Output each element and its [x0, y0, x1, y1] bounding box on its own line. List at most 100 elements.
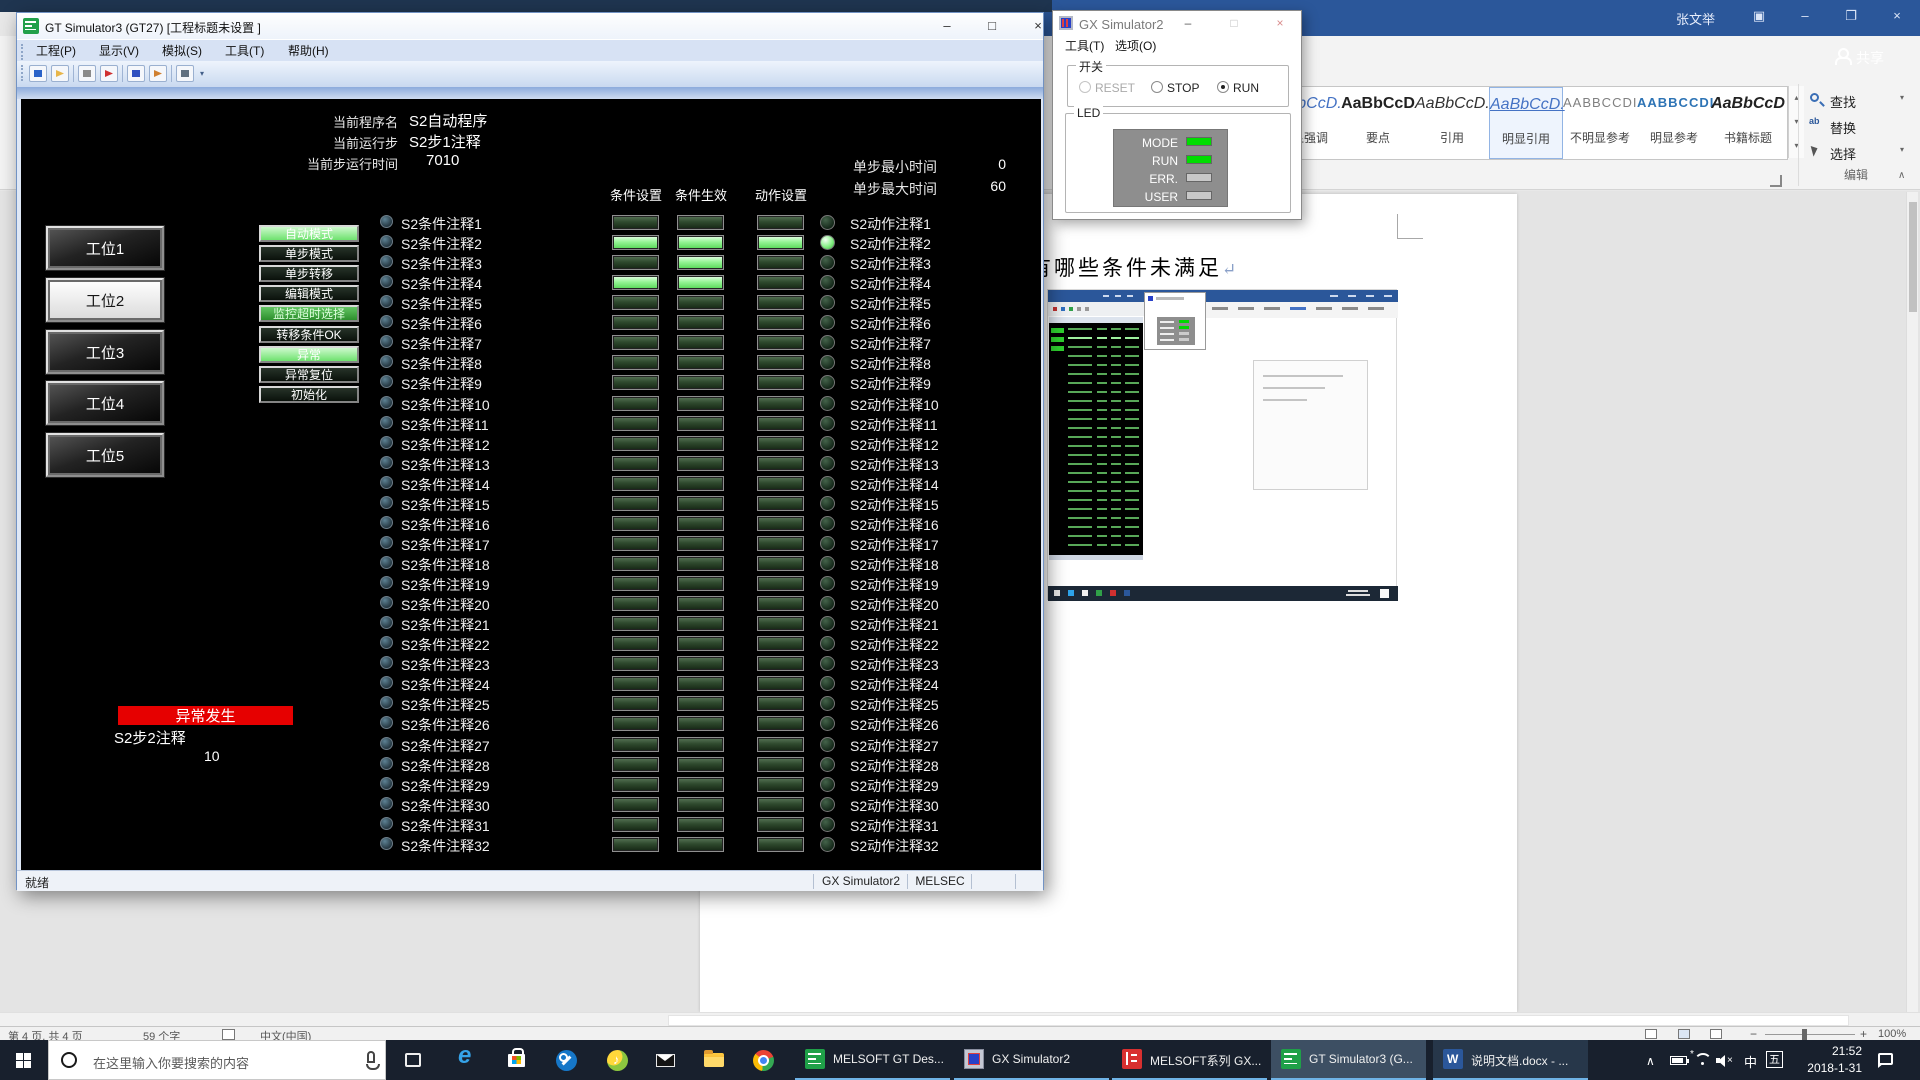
toolbar-overflow-icon[interactable]: ▾: [200, 69, 204, 78]
stop-icon[interactable]: [100, 65, 118, 82]
styles-dialog-launcher-icon[interactable]: [1770, 175, 1782, 187]
file-explorer-icon[interactable]: [704, 1053, 724, 1067]
indicator-bar: [677, 295, 724, 310]
horizontal-scrollbar[interactable]: [0, 1012, 1920, 1026]
task-view-icon[interactable]: [405, 1053, 421, 1067]
store-icon[interactable]: [508, 1054, 525, 1067]
gallery-scroll-down-icon[interactable]: ▾: [1788, 110, 1804, 134]
wifi-icon[interactable]: [1694, 1053, 1710, 1067]
gx-menu-options[interactable]: 选项(O): [1115, 37, 1156, 53]
action-center-icon[interactable]: [1878, 1053, 1893, 1065]
mail-icon[interactable]: [656, 1054, 675, 1067]
gt-menu-item-3[interactable]: 工具(T): [218, 43, 271, 60]
condition-comment: S2条件注释24: [401, 675, 490, 695]
scrollbar-thumb[interactable]: [668, 1015, 1849, 1026]
gx-maximize-button[interactable]: □: [1223, 14, 1245, 32]
zoom-slider[interactable]: [1765, 1034, 1855, 1035]
indicator-bar: [757, 396, 804, 411]
media-circle-icon[interactable]: [607, 1050, 628, 1071]
gt-menu-item-1[interactable]: 显示(V): [92, 43, 146, 60]
find-button[interactable]: 查找 ▾: [1806, 88, 1918, 112]
embedded-screenshot-image[interactable]: [1047, 289, 1397, 600]
gt-minimize-button[interactable]: –: [932, 16, 962, 36]
action-led-icon: [820, 636, 835, 651]
zoom-in-button[interactable]: +: [1860, 1027, 1867, 1041]
zoom-out-button[interactable]: −: [1750, 1027, 1757, 1041]
ime-type-indicator[interactable]: 五: [1766, 1051, 1783, 1068]
scrollbar-thumb[interactable]: [1909, 202, 1917, 312]
action-comment: S2动作注释20: [850, 595, 939, 615]
gx-title-bar[interactable]: GX Simulator2 – □ ×: [1053, 11, 1301, 35]
radio-run[interactable]: [1217, 81, 1229, 93]
battery-icon[interactable]: [1670, 1056, 1687, 1065]
open-icon[interactable]: [29, 65, 47, 82]
gx-minimize-button[interactable]: –: [1177, 14, 1199, 32]
document-text[interactable]: 有哪些条件未满足↵: [1030, 252, 1236, 282]
radio-stop[interactable]: [1151, 81, 1163, 93]
hmi-screen: 当前程序名S2自动程序当前运行步S2步1注释当前步运行时间7010单步最小时间0…: [21, 99, 1041, 870]
style-item-6[interactable]: AaBbCcD书籍标题: [1711, 87, 1785, 159]
taskbar-search-box[interactable]: 在这里输入你要搜索的内容: [48, 1040, 386, 1080]
gx-menu-tools[interactable]: 工具(T): [1065, 37, 1104, 53]
condition-comment: S2条件注释7: [401, 334, 482, 354]
tray-chevron-icon[interactable]: ∧: [1646, 1054, 1655, 1068]
zoom-level[interactable]: 100%: [1878, 1028, 1906, 1040]
cortana-icon: [61, 1052, 77, 1068]
style-item-4[interactable]: AABBCCDI不明显参考: [1563, 87, 1637, 159]
replace-button[interactable]: ab 替换: [1806, 114, 1918, 138]
chrome-icon[interactable]: [753, 1050, 774, 1071]
ribbon-display-options-icon[interactable]: ▣: [1742, 4, 1776, 28]
open-folder-icon[interactable]: [51, 65, 69, 82]
taskbar-button-5[interactable]: 说明文档.docx - ...: [1433, 1040, 1588, 1080]
web-layout-icon[interactable]: [1710, 1029, 1722, 1039]
select-button[interactable]: 选择 ▾: [1806, 140, 1918, 164]
share-button[interactable]: 共享: [1834, 44, 1914, 72]
save-icon[interactable]: [78, 65, 96, 82]
gt-close-button[interactable]: ×: [1023, 16, 1053, 36]
gt-maximize-button[interactable]: □: [977, 16, 1007, 36]
ime-mode-indicator[interactable]: 中: [1744, 1052, 1757, 1071]
word-minimize-button[interactable]: –: [1788, 4, 1822, 28]
start-button[interactable]: [0, 1040, 48, 1080]
read-mode-icon[interactable]: [1645, 1029, 1657, 1039]
taskbar-button-2[interactable]: GX Simulator2: [954, 1040, 1109, 1080]
gallery-more-icon[interactable]: ▾: [1788, 134, 1804, 158]
vertical-scrollbar[interactable]: [1906, 192, 1918, 1012]
volume-muted-icon[interactable]: ×: [1716, 1055, 1736, 1067]
indicator-bar: [612, 315, 659, 330]
gt-menu-item-4[interactable]: 帮助(H): [281, 43, 336, 60]
style-item-5[interactable]: AABBCCDI明显参考: [1637, 87, 1711, 159]
edge-icon[interactable]: [457, 1048, 481, 1072]
style-item-3[interactable]: AaBbCcD.明显引用: [1489, 87, 1563, 159]
word-account-name[interactable]: 张文举: [1676, 9, 1715, 28]
tools-icon[interactable]: [176, 65, 194, 82]
style-item-2[interactable]: AaBbCcD.引用: [1415, 87, 1489, 159]
transfer-icon[interactable]: [149, 65, 167, 82]
clock[interactable]: 21:52 2018-1-31: [1796, 1043, 1862, 1077]
word-restore-button[interactable]: ❐: [1834, 4, 1868, 28]
mini-row-line: [1097, 436, 1107, 438]
gt-menu-item-0[interactable]: 工程(P): [29, 43, 83, 60]
microphone-icon[interactable]: [367, 1051, 375, 1063]
tool-circle-icon[interactable]: [556, 1050, 577, 1071]
device-search-icon[interactable]: [127, 65, 145, 82]
indicator-bar: [612, 676, 659, 691]
gallery-scroll-up-icon[interactable]: ▴: [1788, 86, 1804, 110]
mini-row-line: [1111, 454, 1121, 456]
taskbar-button-3[interactable]: MELSOFT系列 GX...: [1112, 1040, 1267, 1080]
proofing-icon[interactable]: [222, 1029, 235, 1040]
gt-menu-item-2[interactable]: 模拟(S): [155, 43, 209, 60]
indicator-bar: [757, 636, 804, 651]
word-close-button[interactable]: ×: [1880, 4, 1914, 28]
taskbar-button-4[interactable]: GT Simulator3 (G...: [1271, 1040, 1426, 1080]
mini-row-line: [1097, 364, 1107, 366]
style-item-1[interactable]: AaBbCcD要点: [1341, 87, 1415, 159]
zoom-slider-thumb[interactable]: [1802, 1029, 1807, 1040]
comment-row: S2条件注释4S2动作注释4: [21, 273, 1041, 293]
taskbar-button-1[interactable]: MELSOFT GT Des...: [795, 1040, 950, 1080]
gx-close-button[interactable]: ×: [1269, 14, 1291, 32]
gt-title-bar[interactable]: GT Simulator3 (GT27) [工程标题未设置 ] – □ ×: [17, 13, 1043, 39]
mini-row-line: [1111, 409, 1121, 411]
collapse-ribbon-icon[interactable]: ∧: [1898, 170, 1905, 181]
print-layout-icon[interactable]: [1678, 1029, 1690, 1039]
